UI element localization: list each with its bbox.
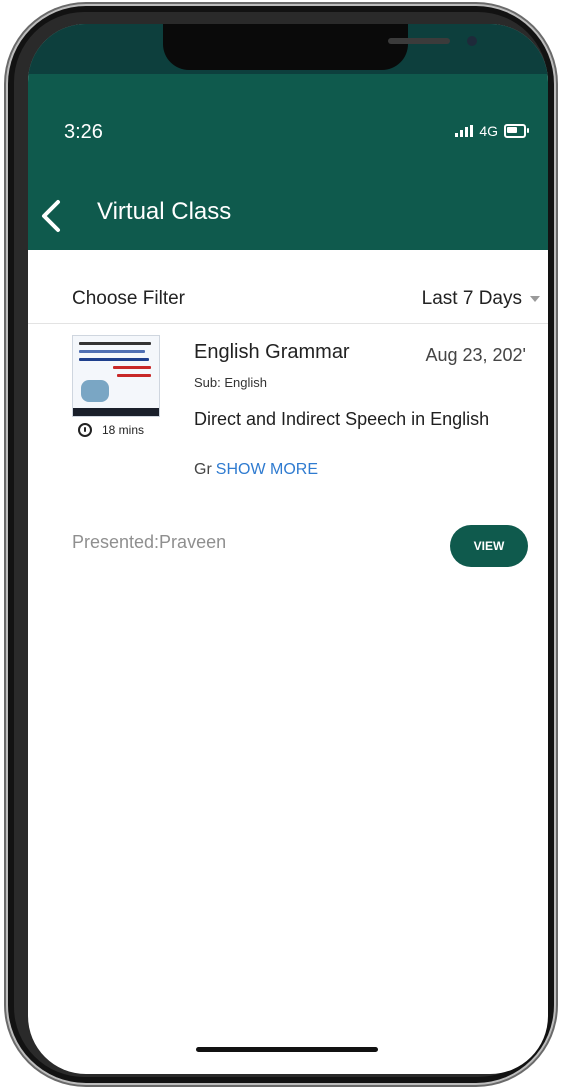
phone-notch — [163, 24, 477, 70]
class-topic: Direct and Indirect Speech in English — [194, 409, 490, 429]
back-arrow-icon[interactable] — [38, 196, 64, 236]
date-range-value: Last 7 Days — [421, 287, 522, 309]
filter-row: Choose Filter Last 7 Days — [28, 274, 548, 324]
class-description-preview: Gr — [194, 461, 212, 478]
presenter-label: Presented:Praveen — [72, 532, 227, 552]
duration-row: 18 mins — [78, 423, 144, 437]
clock-icon — [78, 423, 92, 437]
filter-label: Choose Filter — [72, 287, 185, 309]
front-camera — [467, 36, 477, 46]
show-more-link[interactable]: SHOW MORE — [216, 461, 318, 479]
header-background: 3:26 4G Virtual Class — [28, 24, 548, 250]
status-indicators: 4G — [455, 123, 529, 139]
date-range-dropdown[interactable]: Last 7 Days — [422, 288, 540, 310]
class-date: Aug 23, 202' — [425, 345, 526, 365]
class-title: English Grammar — [194, 341, 350, 363]
signal-icon — [455, 125, 474, 137]
page-title: Virtual Class — [97, 198, 232, 225]
battery-icon — [504, 124, 529, 138]
class-subject: Sub: English — [194, 375, 267, 390]
virtual-class-card: 18 mins English Grammar Aug 23, 202' Sub… — [28, 327, 548, 597]
status-time: 3:26 — [64, 121, 103, 143]
home-indicator[interactable] — [196, 1047, 378, 1052]
chevron-down-icon — [530, 295, 540, 302]
view-button[interactable]: VIEW — [450, 525, 528, 567]
network-type: 4G — [479, 123, 498, 139]
speaker-grille — [388, 38, 450, 44]
nav-bar: Virtual Class — [28, 178, 548, 250]
class-duration: 18 mins — [102, 423, 145, 437]
class-description-row: Gr SHOW MORE — [194, 461, 318, 479]
app-screen: 3:26 4G Virtual Class Choose Filter Last… — [28, 24, 548, 1074]
class-thumbnail[interactable] — [72, 335, 160, 417]
